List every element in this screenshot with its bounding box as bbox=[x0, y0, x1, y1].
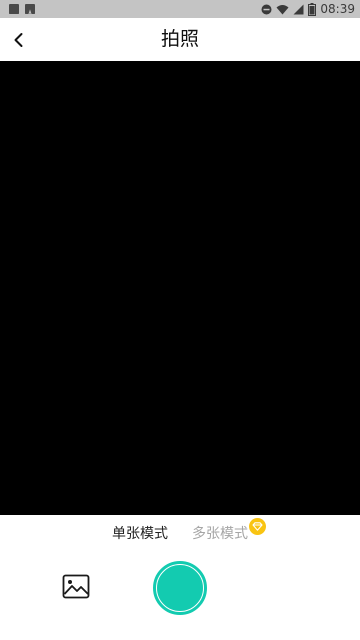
status-bar: 08:39 bbox=[0, 0, 360, 18]
back-button[interactable] bbox=[6, 27, 32, 53]
diamond-icon bbox=[249, 518, 266, 535]
notification-icons bbox=[9, 4, 35, 14]
camera-preview[interactable] bbox=[0, 61, 360, 515]
text-notification-icon bbox=[25, 4, 35, 14]
mode-single-tab[interactable]: 单张模式 bbox=[112, 523, 168, 543]
wifi-icon bbox=[276, 4, 289, 14]
battery-icon bbox=[308, 2, 317, 16]
shutter-ring bbox=[156, 564, 204, 612]
page-title: 拍照 bbox=[160, 28, 199, 50]
status-time: 08:39 bbox=[320, 2, 355, 16]
mode-multi-tab[interactable]: 多张模式 bbox=[192, 523, 248, 543]
title-bar: 拍照 bbox=[0, 18, 360, 61]
image-icon bbox=[62, 574, 90, 599]
gallery-button[interactable] bbox=[62, 574, 92, 600]
signal-icon bbox=[293, 4, 304, 14]
chevron-left-icon bbox=[14, 33, 23, 47]
system-icons: 08:39 bbox=[261, 1, 355, 17]
camera-controls: 单张模式 多张模式 bbox=[0, 515, 360, 640]
image-notification-icon bbox=[9, 4, 19, 14]
do-not-disturb-icon bbox=[261, 4, 272, 14]
shutter-button[interactable] bbox=[153, 561, 207, 615]
